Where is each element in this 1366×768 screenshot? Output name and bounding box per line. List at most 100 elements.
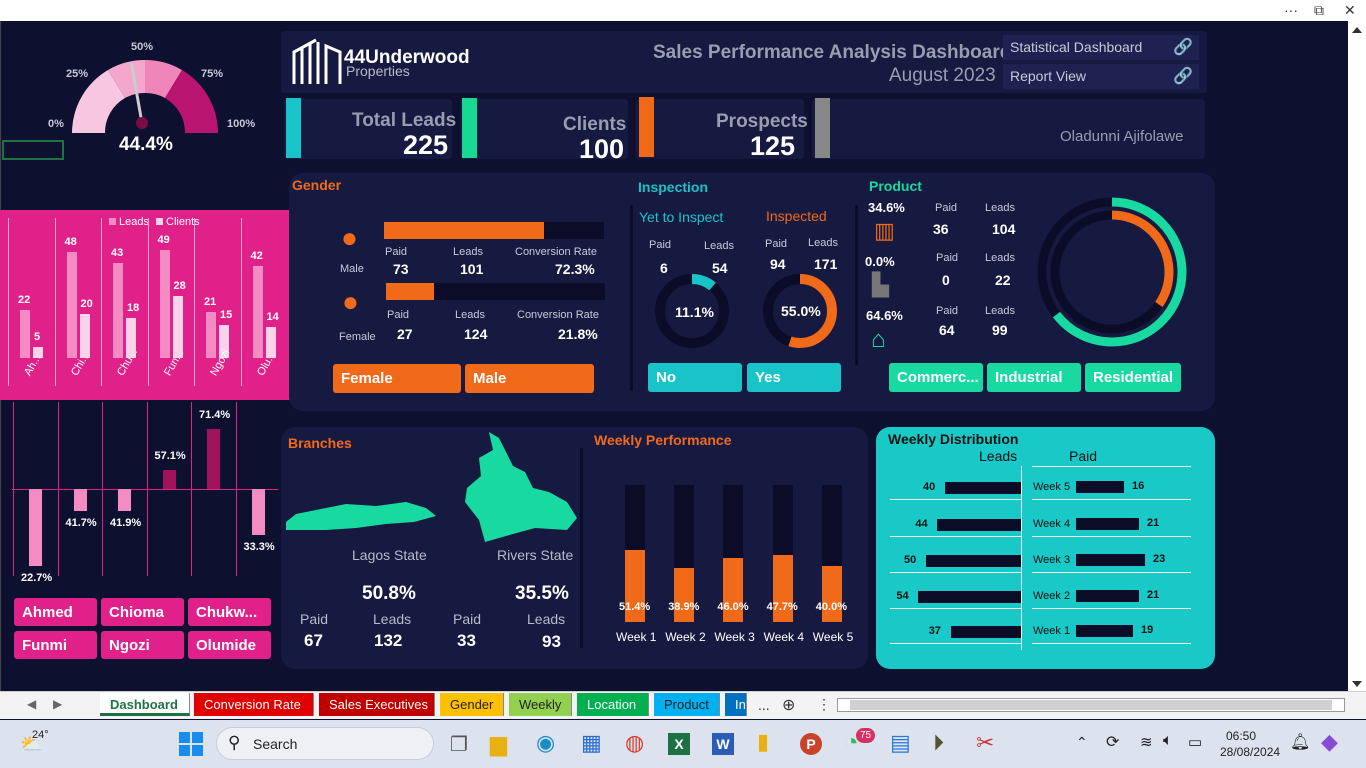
lagos-leads: 132: [374, 631, 403, 650]
filter-female-button[interactable]: Female: [333, 364, 461, 393]
r-paid: 64: [939, 322, 955, 338]
close-button[interactable]: ✕: [1344, 2, 1356, 19]
store-icon[interactable]: ▦: [581, 730, 602, 756]
sheet-more-button[interactable]: ...: [758, 697, 770, 713]
task-view-icon[interactable]: ❐: [450, 732, 468, 757]
rivers-paid: 33: [457, 631, 476, 650]
volume-icon[interactable]: 🔈︎: [1163, 732, 1173, 750]
powerbi-icon[interactable]: ▮: [757, 729, 769, 755]
word-icon[interactable]: W: [712, 733, 734, 755]
i-leads-label: Leads: [985, 252, 1015, 264]
exec-filter-button[interactable]: Olumide: [188, 631, 271, 659]
company-logo: [292, 38, 342, 91]
c-paid: 36: [933, 221, 949, 237]
more-options-button[interactable]: ···: [1284, 2, 1298, 18]
scroll-thumb[interactable]: [850, 700, 1332, 710]
i-paid: 0: [942, 272, 950, 288]
file-explorer-icon[interactable]: ▆: [490, 731, 507, 757]
sheet-tab[interactable]: Conversion Rate: [194, 693, 314, 716]
sheet-tab[interactable]: Gender: [440, 693, 504, 716]
vertical-scrollbar[interactable]: [1348, 21, 1366, 691]
weather-temp[interactable]: 24°: [32, 729, 49, 741]
title-bar: [0, 0, 1366, 21]
dist-leads-value: 44: [915, 518, 928, 530]
dist-row-line: [1032, 466, 1191, 467]
lagos-label: Lagos State: [352, 547, 427, 563]
chart-gridline: [146, 402, 148, 576]
page-title: Sales Performance Analysis Dashboard: [653, 42, 1012, 63]
weekly-perf-title: Weekly Performance: [594, 432, 732, 448]
i-leads: 22: [995, 272, 1011, 288]
industrial-pct: 0.0%: [865, 254, 895, 269]
exec-filter-button[interactable]: Funmi: [14, 631, 97, 659]
filter-yes-button[interactable]: Yes: [747, 363, 841, 392]
filter-industrial-button[interactable]: Industrial: [987, 363, 1081, 392]
copilot-icon[interactable]: ◆: [1321, 729, 1338, 755]
chrome-icon[interactable]: ◍: [625, 730, 644, 756]
restore-button[interactable]: ⧉: [1314, 2, 1324, 19]
selected-cell[interactable]: [2, 140, 64, 160]
leads-bar: [20, 309, 30, 358]
scroll-down-icon[interactable]: [1352, 681, 1362, 687]
filter-commercial-button[interactable]: Commerc...: [889, 363, 983, 392]
lagos-leads-label: Leads: [373, 611, 412, 627]
exec-filter-button[interactable]: Ahmed: [14, 598, 97, 626]
sheet-tab[interactable]: Location: [577, 693, 649, 716]
dist-paid-value: 23: [1153, 553, 1166, 565]
excel-icon[interactable]: X: [668, 733, 690, 755]
edge-icon[interactable]: ◉: [536, 730, 555, 756]
sheet-tab[interactable]: Product: [654, 693, 720, 716]
clients-data-label: 14: [266, 311, 279, 324]
gender-title: Gender: [292, 177, 342, 193]
media-player-icon[interactable]: ⏵: [933, 730, 944, 756]
next-sheet-icon[interactable]: ▶: [53, 697, 62, 711]
sheet-tab[interactable]: Sales Executives: [319, 693, 435, 716]
notepad-icon[interactable]: ▤: [890, 730, 911, 756]
powerpoint-icon[interactable]: P: [800, 733, 822, 755]
chart-gridline: [13, 402, 14, 576]
filter-no-button[interactable]: No: [648, 363, 742, 392]
search-placeholder: Search: [253, 736, 298, 752]
prev-sheet-icon[interactable]: ◀: [27, 697, 36, 711]
snipping-tool-icon[interactable]: ✂: [976, 730, 994, 756]
divider: [855, 205, 858, 365]
rate-data-label: 33.3%: [243, 541, 275, 553]
chain-link-icon[interactable]: 🔗: [1173, 66, 1193, 86]
week-axis-label: Week 3: [714, 630, 755, 644]
dist-row-line: [890, 643, 1021, 644]
start-icon[interactable]: [179, 732, 203, 756]
sync-icon[interactable]: ⟳: [1106, 732, 1119, 752]
sheet-tab[interactable]: Weekly: [509, 693, 572, 716]
rate-baseline: [12, 489, 278, 490]
yet-paid-label: Paid: [649, 239, 672, 251]
filter-residential-button[interactable]: Residential: [1085, 363, 1181, 392]
rate-bar: [29, 489, 42, 566]
chart-gridline: [191, 402, 192, 576]
link-statistical-label: Statistical Dashboard: [1010, 39, 1143, 55]
dist-leads-bar: [937, 519, 1021, 531]
kpi-accent: [462, 98, 477, 158]
dist-row-line: [1032, 643, 1191, 644]
battery-icon[interactable]: ▭: [1188, 733, 1202, 751]
exec-filter-button[interactable]: Chukw...: [188, 598, 271, 626]
sheet-options-icon[interactable]: ⋮: [817, 696, 831, 713]
chain-link-icon[interactable]: 🔗: [1173, 37, 1193, 57]
wifi-icon[interactable]: ≋: [1140, 733, 1153, 751]
clock-date[interactable]: 28/08/2024: [1220, 745, 1280, 759]
dist-paid-value: 21: [1147, 517, 1160, 529]
sheet-tab[interactable]: Ins: [725, 693, 747, 716]
search-box[interactable]: [216, 727, 434, 760]
add-sheet-icon[interactable]: ⊕: [782, 695, 795, 715]
show-hidden-icon[interactable]: ⌃: [1076, 734, 1088, 751]
done-paid-label: Paid: [765, 238, 788, 250]
divider: [1021, 466, 1022, 650]
exec-filter-button[interactable]: Ngozi: [101, 631, 184, 659]
filter-male-button[interactable]: Male: [465, 364, 594, 393]
female-bar-fill: [386, 283, 434, 300]
male-icon: ●: [341, 222, 358, 253]
notification-bell-icon[interactable]: 🔔︎: [1290, 732, 1310, 752]
scroll-up-icon[interactable]: [1352, 27, 1362, 33]
sheet-tab[interactable]: Dashboard: [100, 693, 190, 716]
exec-filter-button[interactable]: Chioma: [101, 598, 184, 626]
clock-time[interactable]: 06:50: [1226, 729, 1256, 743]
